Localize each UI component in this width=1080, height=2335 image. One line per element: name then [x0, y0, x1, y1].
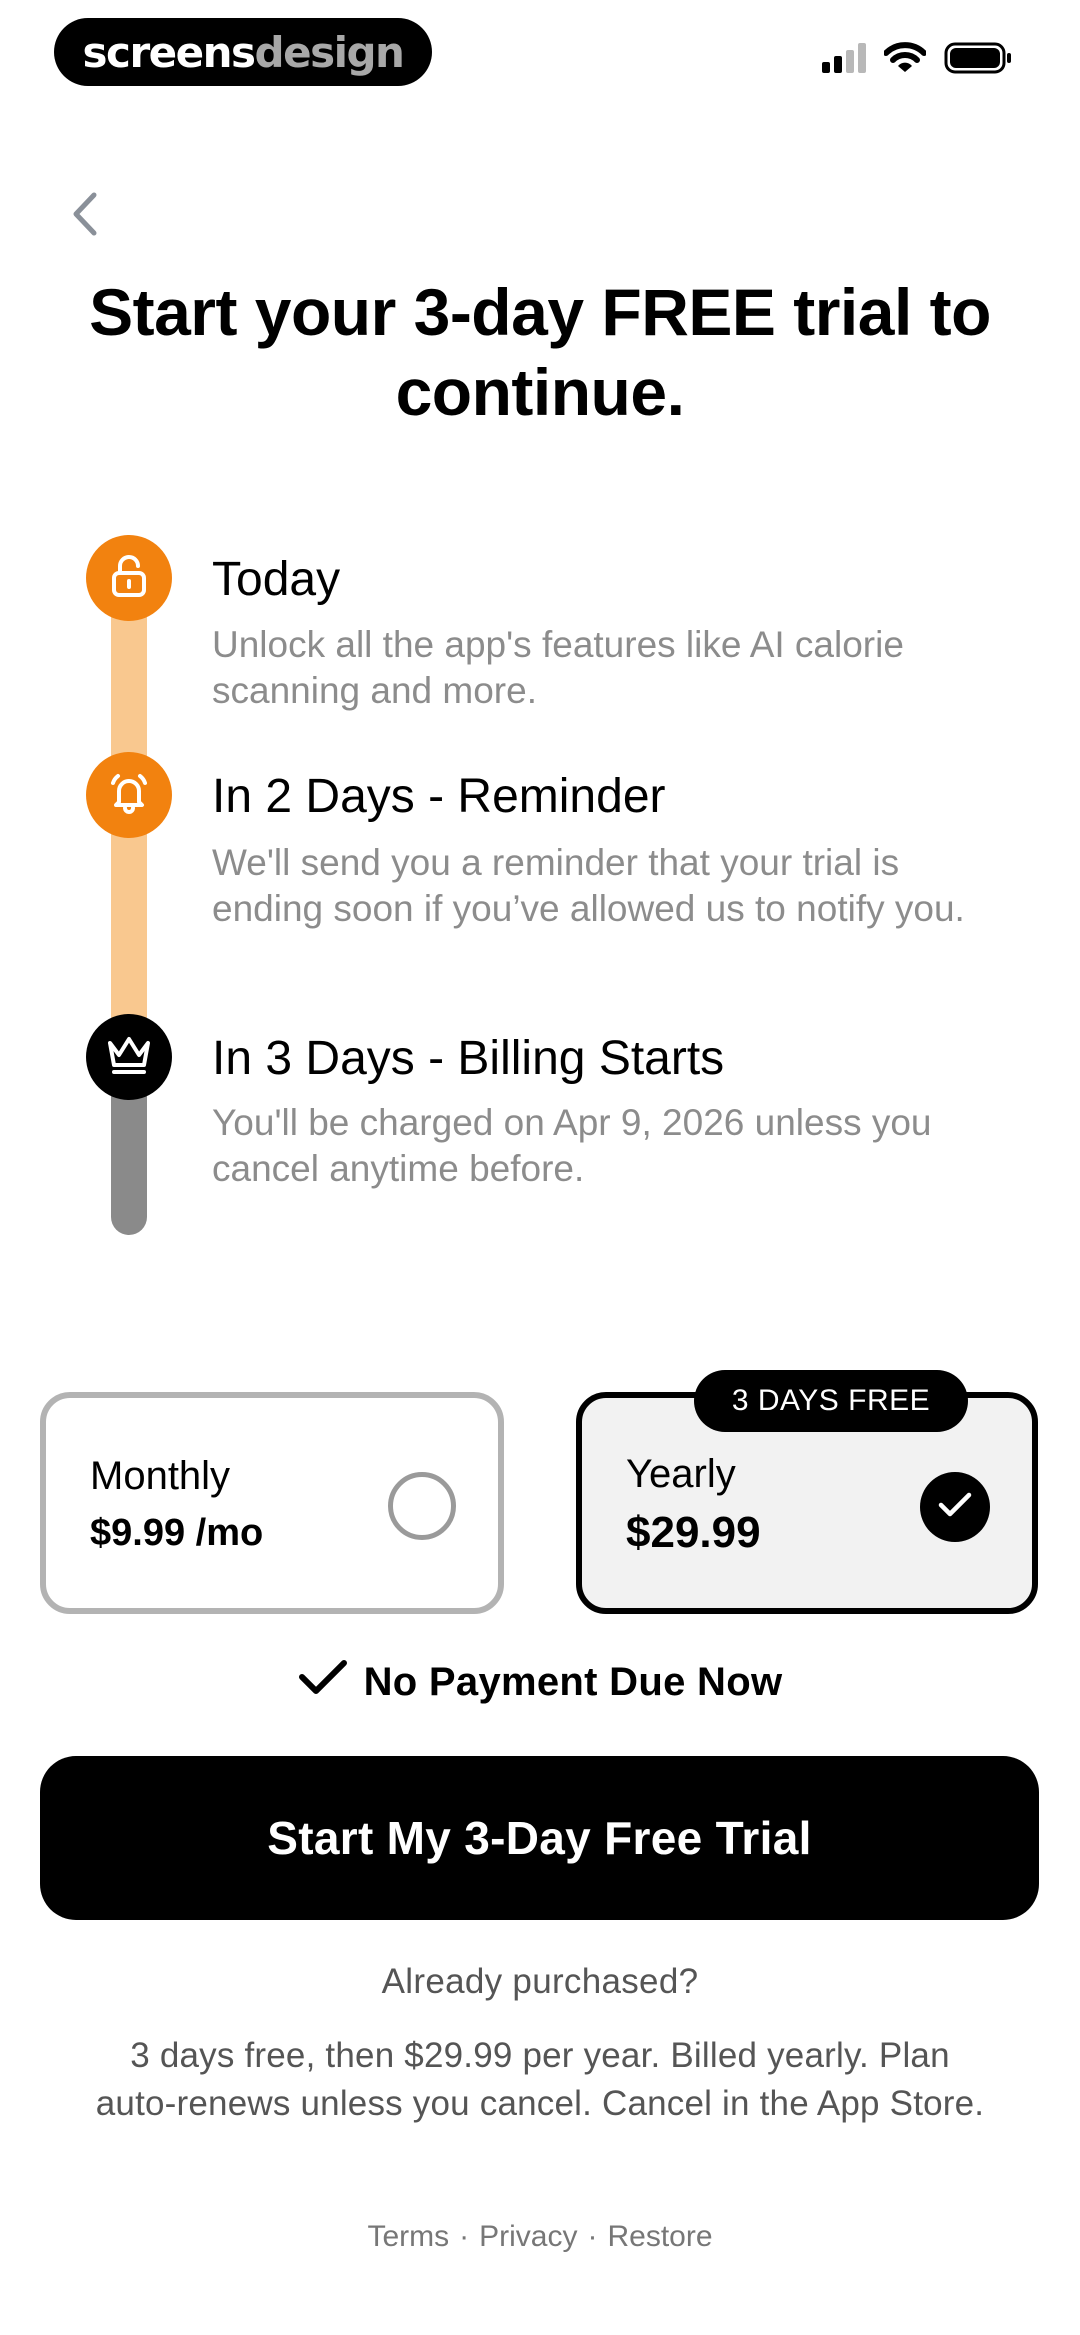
timeline-step-description: Unlock all the app's features like AI ca…: [212, 624, 904, 711]
plan-selected-check[interactable]: [920, 1472, 990, 1542]
page-title: Start your 3-day FREE trial to continue.: [89, 275, 991, 429]
link-separator: ·: [459, 2220, 470, 2253]
back-button[interactable]: [62, 188, 106, 244]
plan-monthly-card[interactable]: Monthly $9.99 /mo: [40, 1392, 504, 1614]
cellular-signal-icon: [822, 42, 866, 78]
checkmark-icon: [298, 1657, 348, 1707]
timeline-step-title: Today: [212, 553, 341, 606]
timeline-step-title: In 2 Days - Reminder: [212, 770, 666, 823]
timeline-step-billing-icon: [86, 1014, 172, 1100]
brand-logo: screens design: [54, 18, 432, 86]
already-purchased-link[interactable]: Already purchased?: [0, 1962, 1080, 2002]
plan-price: $9.99 /mo: [90, 1512, 264, 1554]
start-trial-button[interactable]: Start My 3-Day Free Trial: [40, 1756, 1039, 1920]
footer-links: Terms · Privacy · Restore: [0, 2220, 1080, 2254]
timeline-step-reminder-icon: [86, 752, 172, 838]
plan-name: Yearly: [626, 1452, 736, 1496]
link-separator: ·: [587, 2220, 598, 2253]
free-trial-badge: 3 DAYS FREE: [694, 1370, 968, 1432]
privacy-link[interactable]: Privacy: [479, 2220, 577, 2254]
billing-terms-text: 3 days free, then $29.99 per year. Bille…: [95, 2036, 985, 2123]
timeline-step-today-icon: [86, 535, 172, 621]
bell-icon: [105, 769, 153, 822]
plan-radio-unselected[interactable]: [388, 1472, 456, 1540]
brand-logo-part2: design: [254, 27, 405, 77]
chevron-left-icon: [70, 191, 98, 242]
timeline-step-description: We'll send you a reminder that your tria…: [212, 842, 965, 929]
brand-logo-part1: screens: [82, 27, 256, 77]
no-payment-notice: No Payment Due Now: [0, 1652, 1080, 1712]
battery-icon: [944, 42, 1012, 79]
terms-link[interactable]: Terms: [367, 2220, 449, 2254]
wifi-icon: [883, 41, 927, 79]
restore-link[interactable]: Restore: [607, 2220, 712, 2254]
timeline-step-title: In 3 Days - Billing Starts: [212, 1032, 725, 1085]
plan-price: $29.99: [626, 1508, 761, 1557]
crown-icon: [104, 1033, 154, 1082]
timeline-step-description: You'll be charged on Apr 9, 2026 unless …: [212, 1102, 932, 1189]
unlock-icon: [107, 554, 151, 603]
status-icons: [822, 40, 1012, 80]
plan-name: Monthly: [90, 1454, 231, 1498]
checkmark-icon: [937, 1490, 973, 1525]
no-payment-text: No Payment Due Now: [363, 1659, 783, 1704]
